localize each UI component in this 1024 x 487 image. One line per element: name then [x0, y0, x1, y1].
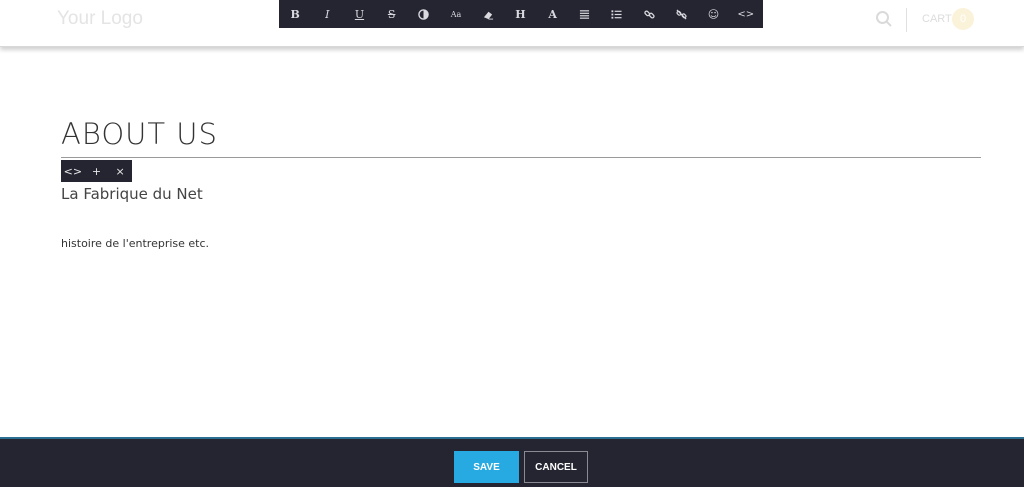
text-color-icon[interactable]: A	[537, 0, 569, 28]
underline-icon[interactable]: U	[343, 0, 375, 28]
cart-label[interactable]: CART	[922, 13, 952, 25]
bold-icon[interactable]: B	[279, 0, 311, 28]
header-divider	[906, 8, 907, 32]
cancel-button[interactable]: CANCEL	[524, 451, 588, 483]
align-icon[interactable]	[569, 0, 601, 28]
unlink-icon[interactable]	[665, 0, 697, 28]
link-icon[interactable]	[633, 0, 665, 28]
eraser-icon[interactable]	[472, 0, 504, 28]
editor-footer: SAVE CANCEL	[0, 437, 1024, 487]
strikethrough-icon[interactable]: S	[376, 0, 408, 28]
site-logo[interactable]: Your Logo	[57, 8, 143, 30]
page-title[interactable]: ABOUT US	[61, 117, 218, 151]
code-icon[interactable]: <>	[62, 165, 84, 178]
title-divider	[61, 157, 981, 158]
add-icon[interactable]: +	[85, 165, 107, 178]
code-icon[interactable]: <>	[730, 0, 762, 28]
cart-count-badge[interactable]: 0	[952, 8, 974, 30]
list-icon[interactable]	[601, 0, 633, 28]
text-editor-toolbar: B I U S Aa H A ☺ <>	[279, 0, 763, 28]
body-text[interactable]: histoire de l'entreprise etc.	[61, 237, 209, 250]
save-button[interactable]: SAVE	[454, 451, 519, 483]
emoji-icon[interactable]: ☺	[697, 0, 729, 28]
color-icon[interactable]	[408, 0, 440, 28]
heading-icon[interactable]: H	[504, 0, 536, 28]
block-toolbar: <> + ×	[61, 160, 132, 182]
italic-icon[interactable]: I	[311, 0, 343, 28]
close-icon[interactable]: ×	[109, 165, 131, 178]
font-size-icon[interactable]: Aa	[440, 0, 472, 28]
subtitle[interactable]: La Fabrique du Net	[61, 185, 203, 203]
search-icon[interactable]	[875, 10, 893, 28]
